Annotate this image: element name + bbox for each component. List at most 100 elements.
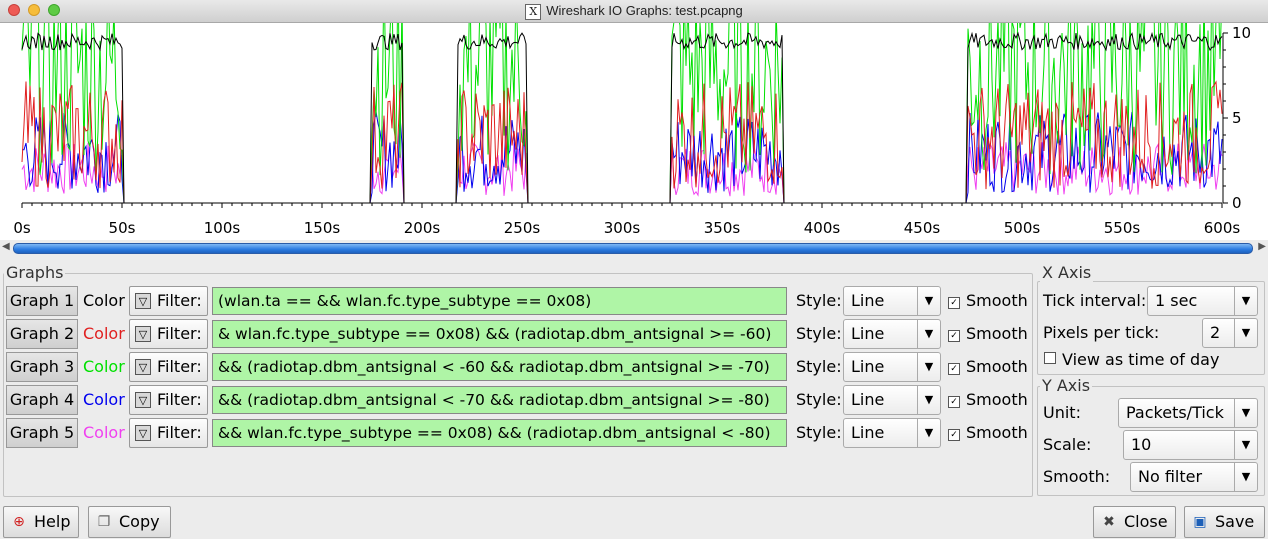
graph-3-style-select[interactable]: Line ▼ — [843, 352, 941, 382]
graph-1-smooth-checkbox[interactable]: ✓ Smooth — [948, 286, 1028, 316]
view-time-of-day-label: View as time of day — [1062, 350, 1220, 369]
tick-interval-select[interactable]: 1 sec ▼ — [1147, 286, 1258, 316]
graph-3-color-label[interactable]: Color — [83, 352, 125, 382]
graph-4-filter-button[interactable]: ▽ Filter: — [129, 385, 208, 415]
graph-2-smooth-checkbox[interactable]: ✓ Smooth — [948, 319, 1028, 349]
pixels-per-tick-select[interactable]: 2 ▼ — [1202, 318, 1258, 348]
window-title: Wireshark IO Graphs: test.pcapng — [546, 3, 743, 18]
graph-2-style-label: Style: — [796, 324, 842, 343]
series-line-graph-4 — [22, 111, 1223, 204]
graph-2-color-label[interactable]: Color — [83, 319, 125, 349]
graph-2-filter-button[interactable]: ▽ Filter: — [129, 319, 208, 349]
unit-value: Packets/Tick — [1126, 403, 1224, 422]
filter-icon: ▽ — [135, 326, 151, 342]
smooth-label: Smooth — [966, 324, 1028, 343]
help-button[interactable]: ⊕ Help — [3, 506, 79, 538]
graph-4-color-label[interactable]: Color — [83, 385, 125, 415]
smooth-label: Smooth — [966, 423, 1028, 442]
x-tick-label: 250s — [504, 219, 541, 237]
graph-2-style-select[interactable]: Line ▼ — [843, 319, 941, 349]
graph-1-style-label: Style: — [796, 291, 842, 310]
chevron-down-icon: ▼ — [917, 419, 940, 447]
x-tick-label: 600s — [1204, 219, 1241, 237]
filter-icon: ▽ — [135, 293, 151, 309]
graph-5-style-select[interactable]: Line ▼ — [843, 418, 941, 448]
smooth-label: Smooth — [966, 390, 1028, 409]
io-graph-chart[interactable]: 0s 50s 100s 150s 200s 250s 300s 350s 400s 450s 500… — [0, 0, 1268, 240]
smooth-label: Smooth — [966, 291, 1028, 310]
view-time-of-day-checkbox[interactable]: View as time of day — [1044, 345, 1219, 375]
x-tick-label: 0s — [13, 219, 31, 237]
time-scrollbar[interactable]: ◀ ▶ — [0, 240, 1268, 256]
scrollbar-thumb[interactable] — [13, 243, 1253, 254]
graph-3-filter-input[interactable]: && (radiotap.dbm_antsignal < -60 && radi… — [212, 353, 787, 381]
series-line-graph-5 — [21, 142, 1223, 204]
graph-4-style-label: Style: — [796, 390, 842, 409]
close-button-label: Close — [1124, 512, 1168, 531]
style-value: Line — [851, 324, 885, 343]
chevron-down-icon: ▼ — [1234, 287, 1257, 315]
graph-5-button[interactable]: Graph 5 — [6, 418, 78, 448]
graph-1-filter-button[interactable]: ▽ Filter: — [129, 286, 208, 316]
scroll-left-icon[interactable]: ◀ — [2, 241, 10, 252]
chevron-down-icon: ▼ — [1234, 463, 1257, 491]
style-value: Line — [851, 390, 885, 409]
graph-2-button[interactable]: Graph 2 — [6, 319, 78, 349]
scroll-right-icon[interactable]: ▶ — [1258, 241, 1266, 252]
x-tick-label: 150s — [304, 219, 341, 237]
y-axis-group-title: Y Axis — [1040, 376, 1093, 395]
y-tick-label: 5 — [1232, 109, 1242, 127]
x-tick-label: 50s — [109, 219, 136, 237]
chevron-down-icon: ▼ — [1234, 319, 1257, 347]
copy-button[interactable]: ❐ Copy — [88, 506, 171, 538]
graph-1-color-label[interactable]: Color — [83, 286, 125, 316]
io-graph-plot[interactable]: 0s 50s 100s 150s 200s 250s 300s 350s 400s 450s 500… — [0, 0, 1268, 240]
graph-5-color-label[interactable]: Color — [83, 418, 125, 448]
x-tick-label: 200s — [404, 219, 441, 237]
y-smooth-select[interactable]: No filter ▼ — [1130, 462, 1258, 492]
chevron-down-icon: ▼ — [917, 353, 940, 381]
help-button-label: Help — [34, 512, 71, 531]
x-axis-group-title: X Axis — [1040, 263, 1094, 282]
graph-4-button[interactable]: Graph 4 — [6, 385, 78, 415]
x-tick-label: 450s — [904, 219, 941, 237]
graph-1-style-select[interactable]: Line ▼ — [843, 286, 941, 316]
x-tick-label: 300s — [604, 219, 641, 237]
unit-select[interactable]: Packets/Tick ▼ — [1118, 398, 1258, 428]
x-tick-label: 400s — [804, 219, 841, 237]
graph-4-style-select[interactable]: Line ▼ — [843, 385, 941, 415]
graph-3-smooth-checkbox[interactable]: ✓ Smooth — [948, 352, 1028, 382]
graph-1-button[interactable]: Graph 1 — [6, 286, 78, 316]
close-button[interactable]: ✖ Close — [1093, 506, 1176, 538]
graph-5-smooth-checkbox[interactable]: ✓ Smooth — [948, 418, 1028, 448]
y-tick-label: 10 — [1232, 24, 1251, 42]
graph-5-filter-input[interactable]: && wlan.fc.type_subtype == 0x08) && (rad… — [212, 419, 787, 447]
filter-button-label: Filter: — [157, 357, 202, 376]
x-tick-label: 100s — [204, 219, 241, 237]
chevron-down-icon: ▼ — [917, 386, 940, 414]
y-tick-label: 0 — [1232, 194, 1242, 212]
graph-3-filter-button[interactable]: ▽ Filter: — [129, 352, 208, 382]
filter-button-label: Filter: — [157, 390, 202, 409]
graph-3-button[interactable]: Graph 3 — [6, 352, 78, 382]
graph-4-smooth-checkbox[interactable]: ✓ Smooth — [948, 385, 1028, 415]
checkbox-icon: ✓ — [948, 363, 960, 375]
style-value: Line — [851, 291, 885, 310]
filter-button-label: Filter: — [157, 291, 202, 310]
scale-select[interactable]: 10 ▼ — [1123, 430, 1258, 460]
checkbox-icon: ✓ — [948, 330, 960, 342]
scale-value: 10 — [1131, 435, 1152, 454]
x-tick-label: 350s — [704, 219, 741, 237]
graph-2-filter-input[interactable]: & wlan.fc.type_subtype == 0x08) && (radi… — [212, 320, 787, 348]
smooth-label: Smooth — [966, 357, 1028, 376]
graph-1-filter-input[interactable]: (wlan.ta == && wlan.fc.type_subtype == 0… — [212, 287, 787, 315]
graph-5-filter-button[interactable]: ▽ Filter: — [129, 418, 208, 448]
style-value: Line — [851, 423, 885, 442]
title-bar: X Wireshark IO Graphs: test.pcapng — [0, 0, 1268, 23]
filter-icon: ▽ — [135, 392, 151, 408]
tick-interval-label: Tick interval: — [1043, 291, 1147, 310]
style-value: Line — [851, 357, 885, 376]
filter-icon: ▽ — [135, 359, 151, 375]
graph-4-filter-input[interactable]: && (radiotap.dbm_antsignal < -70 && radi… — [212, 386, 787, 414]
save-button[interactable]: ▣ Save — [1184, 506, 1265, 538]
